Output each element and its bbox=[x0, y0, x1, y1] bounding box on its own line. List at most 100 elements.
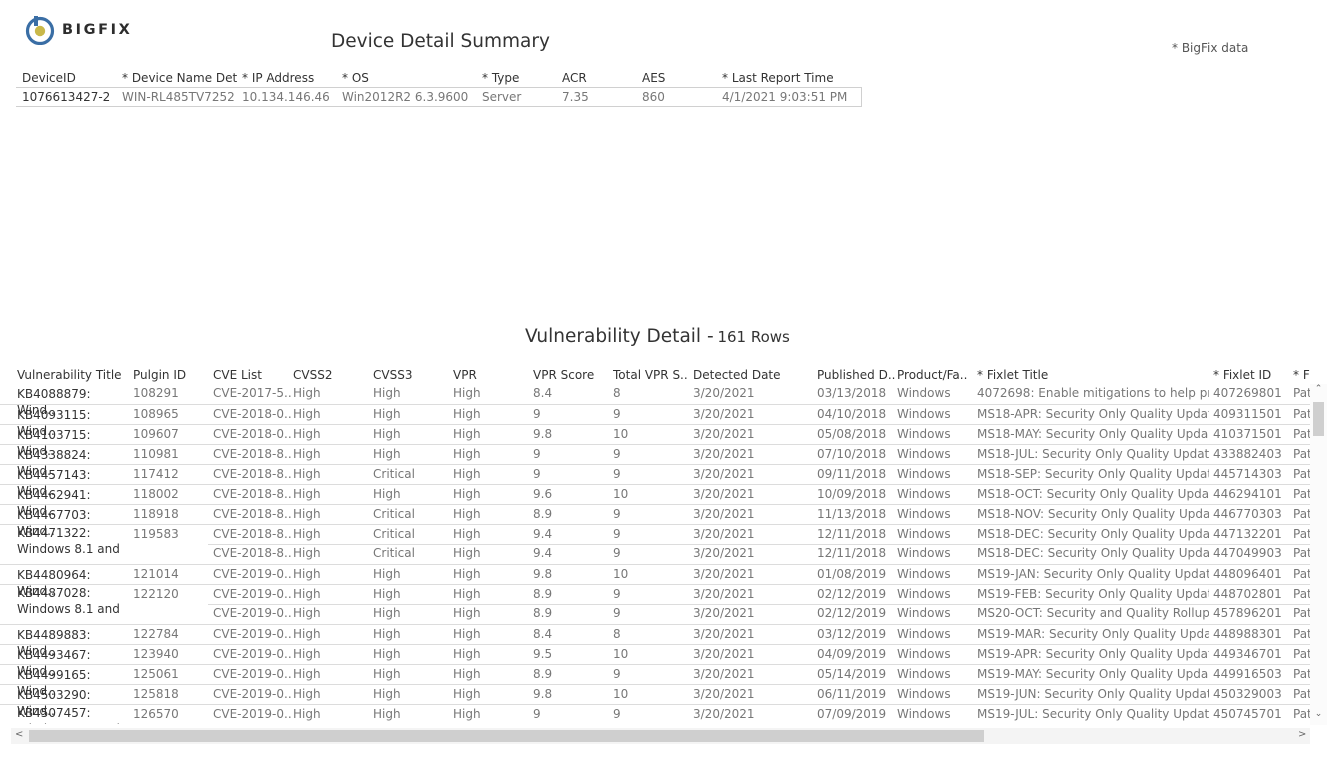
cell-fixlet-extra: Pat bbox=[1293, 707, 1310, 721]
cell-product-family: Windows bbox=[897, 627, 951, 641]
device-header-cell[interactable]: ACR bbox=[562, 68, 638, 88]
column-header-cve-list[interactable]: CVE List bbox=[213, 365, 291, 385]
device-header-cell[interactable]: * Last Report Time bbox=[722, 68, 862, 88]
cell-product-family: Windows bbox=[897, 687, 951, 701]
cell-fixlet-title: MS18-DEC: Security Only Quality Updat.. bbox=[977, 546, 1209, 560]
cell-detected-date: 3/20/2021 bbox=[693, 606, 755, 620]
table-row[interactable]: CVE-2018-8.. High Critical High 9.4 9 3/20/202… bbox=[0, 544, 1310, 564]
horizontal-scroll-thumb[interactable] bbox=[29, 730, 984, 742]
cell-cvss2: High bbox=[293, 647, 321, 661]
cell-plugin-id: 117412 bbox=[133, 467, 179, 481]
cell-fixlet-title: MS19-APR: Security Only Quality Updat.. bbox=[977, 647, 1209, 661]
table-row[interactable]: KB4489883: Wind.. 122784 CVE-2019-0.. High H… bbox=[0, 624, 1310, 658]
device-header-cell[interactable]: * IP Address bbox=[242, 68, 340, 88]
column-header-total-vpr-score[interactable]: Total VPR S.. bbox=[613, 365, 691, 385]
cell-fixlet-id: 446294101 bbox=[1213, 487, 1282, 501]
device-header-cell[interactable]: AES bbox=[642, 68, 718, 88]
cell-plugin-id: 119583 bbox=[133, 527, 179, 541]
cell-vpr-score: 8.9 bbox=[533, 667, 553, 681]
column-header-published-date[interactable]: Published D.. bbox=[817, 365, 895, 385]
cell-published-date: 07/10/2018 bbox=[817, 447, 887, 461]
table-row[interactable]: KB4103715: Wind.. 109607 CVE-2018-0.. High H… bbox=[0, 424, 1310, 458]
horizontal-scrollbar[interactable]: < > bbox=[11, 728, 1310, 744]
cell-fixlet-extra: Pat bbox=[1293, 627, 1310, 641]
table-row[interactable]: KB4507457: Windows 8.1 and .. 126570 CVE-2… bbox=[0, 704, 1310, 724]
cell-vpr: High bbox=[453, 606, 481, 620]
cell-product-family: Windows bbox=[897, 606, 951, 620]
table-row[interactable]: KB4487028: Windows 8.1 and ..122120CVE-2… bbox=[0, 584, 1310, 619]
table-row[interactable]: KB4471322: Windows 8.1 and ..119583CVE-2… bbox=[0, 524, 1310, 559]
column-header-fixlet-extra[interactable]: * Fi bbox=[1293, 365, 1310, 385]
cell-vpr-score: 9 bbox=[533, 707, 541, 721]
cell-vpr: High bbox=[453, 627, 481, 641]
cell-vpr: High bbox=[453, 667, 481, 681]
cell-cve-list: CVE-2019-0.. bbox=[213, 627, 291, 641]
column-header-product-family[interactable]: Product/Fa.. bbox=[897, 365, 975, 385]
scroll-up-icon[interactable]: ⌃ bbox=[1313, 384, 1324, 394]
scroll-left-icon[interactable]: < bbox=[15, 729, 23, 740]
vulnerability-table-body: KB4088879: Wind.. 108291 CVE-2017-5.. High H… bbox=[0, 384, 1310, 724]
cell-published-date: 12/11/2018 bbox=[817, 527, 887, 541]
cell-vpr: High bbox=[453, 527, 481, 541]
cell-cvss2: High bbox=[293, 487, 321, 501]
table-row[interactable]: KB4499165: Wind.. 125061 CVE-2019-0.. High H… bbox=[0, 664, 1310, 698]
cell-published-date: 10/09/2018 bbox=[817, 487, 887, 501]
column-header-vpr[interactable]: VPR bbox=[453, 365, 531, 385]
vulnerability-title: Vulnerability Detail - 161 Rows bbox=[525, 326, 790, 347]
row-subdivider bbox=[208, 544, 1310, 545]
cell-fixlet-extra: Pat bbox=[1293, 527, 1310, 541]
table-row[interactable]: KB4338824: Wind.. 110981 CVE-2018-8.. High H… bbox=[0, 444, 1310, 478]
device-header-cell[interactable]: * Type bbox=[482, 68, 558, 88]
cell-fixlet-id: 447049903 bbox=[1213, 546, 1282, 560]
cell-vpr-score: 9 bbox=[533, 467, 541, 481]
cell-cvss3: High bbox=[373, 427, 401, 441]
scroll-right-icon[interactable]: > bbox=[1298, 729, 1306, 740]
cell-fixlet-id: 449346701 bbox=[1213, 647, 1282, 661]
table-row[interactable]: KB4088879: Wind.. 108291 CVE-2017-5.. High H… bbox=[0, 384, 1310, 417]
column-header-cvss2[interactable]: CVSS2 bbox=[293, 365, 371, 385]
column-header-detected-date[interactable]: Detected Date bbox=[693, 365, 815, 385]
cell-fixlet-id: 457896201 bbox=[1213, 606, 1282, 620]
column-header-vulnerability-title[interactable]: Vulnerability Title bbox=[17, 365, 130, 385]
device-header-cell[interactable]: * Device Name Det.. bbox=[122, 68, 238, 88]
device-header-cell[interactable]: * OS bbox=[342, 68, 478, 88]
table-row[interactable]: KB4467703: Wind.. 118918 CVE-2018-8.. High C… bbox=[0, 504, 1310, 538]
column-header-vpr-score[interactable]: VPR Score bbox=[533, 365, 611, 385]
column-header-fixlet-title[interactable]: * Fixlet Title bbox=[977, 365, 1209, 385]
table-row[interactable]: KB4493467: Wind.. 123940 CVE-2019-0.. High H… bbox=[0, 644, 1310, 678]
cell-vpr-score: 8.4 bbox=[533, 386, 553, 400]
vertical-scrollbar[interactable]: ⌃ ⌄ bbox=[1310, 384, 1327, 725]
table-row[interactable]: KB4457143: Wind.. 117412 CVE-2018-8.. High C… bbox=[0, 464, 1310, 498]
column-header-cvss3[interactable]: CVSS3 bbox=[373, 365, 451, 385]
device-table-row[interactable]: 1076613427-2 WIN-RL485TV7252 10.134.146.46… bbox=[0, 87, 870, 107]
table-row[interactable]: KB4462941: Wind.. 118002 CVE-2018-8.. High H… bbox=[0, 484, 1310, 518]
table-row[interactable]: CVE-2019-0.. High High High 8.9 9 3/20/2021 02/… bbox=[0, 604, 1310, 624]
table-row[interactable]: KB4503290: Wind.. 125818 CVE-2019-0.. High H… bbox=[0, 684, 1310, 718]
cell-published-date: 03/13/2018 bbox=[817, 386, 887, 400]
cell-fixlet-extra: Pat bbox=[1293, 567, 1310, 581]
cell-cvss2: High bbox=[293, 707, 321, 721]
vertical-scroll-thumb[interactable] bbox=[1313, 402, 1324, 436]
device-header-cell[interactable]: DeviceID bbox=[22, 68, 120, 88]
cell-total-vpr-score: 10 bbox=[613, 427, 629, 441]
cell-cvss3: High bbox=[373, 687, 401, 701]
device-summary-title: Device Detail Summary bbox=[331, 31, 550, 52]
cell-total-vpr-score: 9 bbox=[613, 507, 621, 521]
cell-detected-date: 3/20/2021 bbox=[693, 447, 755, 461]
cell-plugin-id: 118002 bbox=[133, 487, 179, 501]
cell-plugin-id: 123940 bbox=[133, 647, 179, 661]
cell-vpr-score: 8.9 bbox=[533, 606, 553, 620]
table-row[interactable]: KB4480964: Wind.. 121014 CVE-2019-0.. High H… bbox=[0, 564, 1310, 598]
column-header-plugin-id[interactable]: Pulgin ID bbox=[133, 365, 211, 385]
cell-published-date: 11/13/2018 bbox=[817, 507, 887, 521]
cell-cvss2: High bbox=[293, 546, 321, 560]
cell-total-vpr-score: 9 bbox=[613, 707, 621, 721]
row-subdivider bbox=[208, 604, 1310, 605]
cell-total-vpr-score: 9 bbox=[613, 467, 621, 481]
column-header-fixlet-id[interactable]: * Fixlet ID bbox=[1213, 365, 1291, 385]
cell-published-date: 01/08/2019 bbox=[817, 567, 887, 581]
cell-vpr: High bbox=[453, 707, 481, 721]
cell-fixlet-extra: Pat bbox=[1293, 467, 1310, 481]
scroll-down-icon[interactable]: ⌄ bbox=[1313, 709, 1324, 719]
table-row[interactable]: KB4093115: Wind.. 108965 CVE-2018-0.. High H… bbox=[0, 404, 1310, 438]
